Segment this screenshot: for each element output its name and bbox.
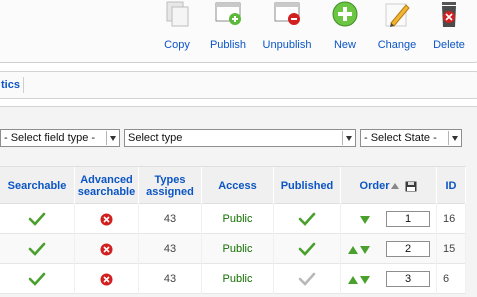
header-advanced-searchable[interactable]: Advanced searchable xyxy=(75,167,139,205)
unpublish-icon xyxy=(274,2,300,25)
publish-icon xyxy=(215,2,241,25)
field-type-select[interactable]: - Select field type - xyxy=(0,129,120,147)
cross-icon[interactable] xyxy=(100,273,113,286)
delete-button[interactable]: Delete xyxy=(417,0,477,57)
filter-bar: - Select field type - Select type - Sele… xyxy=(0,129,477,149)
publish-label: Publish xyxy=(209,39,247,51)
id-cell: 16 xyxy=(437,204,466,234)
published-cell xyxy=(274,264,341,294)
order-cell: 2 xyxy=(341,234,437,264)
type-select-value: Select type xyxy=(128,132,183,144)
type-select[interactable]: Select type xyxy=(124,129,356,147)
cross-icon[interactable] xyxy=(100,243,113,256)
access-cell[interactable]: Public xyxy=(202,264,274,294)
move-down-icon[interactable] xyxy=(360,246,370,254)
check-icon[interactable] xyxy=(28,272,46,286)
submenu-separator xyxy=(23,77,24,93)
trash-icon xyxy=(442,2,456,27)
header-types-assigned[interactable]: Types assigned xyxy=(139,167,202,205)
chevron-down-icon xyxy=(106,131,118,145)
id-cell: 15 xyxy=(437,234,466,264)
advanced-searchable-cell xyxy=(75,264,139,294)
searchable-cell xyxy=(0,234,75,264)
check-icon[interactable] xyxy=(298,212,316,226)
check-icon[interactable] xyxy=(28,212,46,226)
check-icon[interactable] xyxy=(298,242,316,256)
publish-button[interactable]: Publish xyxy=(196,0,260,57)
searchable-cell xyxy=(0,204,75,234)
unpublish-label: Unpublish xyxy=(262,39,312,51)
order-input[interactable]: 2 xyxy=(386,241,430,257)
table-row: 43 Public 3 6 xyxy=(0,264,466,294)
access-cell[interactable]: Public xyxy=(202,234,274,264)
table-row: 43 Public 1 16 xyxy=(0,204,466,234)
published-cell xyxy=(274,234,341,264)
chevron-down-icon xyxy=(448,131,460,145)
state-select[interactable]: - Select State - xyxy=(360,129,462,147)
check-grey-icon[interactable] xyxy=(298,272,316,286)
chevron-down-icon xyxy=(342,131,354,145)
state-select-value: - Select State - xyxy=(364,132,437,144)
move-down-icon[interactable] xyxy=(360,216,370,224)
submenu-tab[interactable]: tics xyxy=(1,79,20,91)
toolbar: Copy Publish Unpublish New Change Delete xyxy=(0,0,477,63)
sort-asc-icon xyxy=(391,183,400,189)
header-order-label: Order xyxy=(359,180,390,192)
table-row: 43 Public 2 15 xyxy=(0,234,466,264)
searchable-cell xyxy=(0,264,75,294)
save-order-icon[interactable] xyxy=(405,181,417,192)
types-assigned-cell: 43 xyxy=(139,204,202,234)
field-type-select-value: - Select field type - xyxy=(4,132,96,144)
delete-label: Delete xyxy=(433,39,465,51)
unpublish-button[interactable]: Unpublish xyxy=(255,0,319,57)
access-cell[interactable]: Public xyxy=(202,204,274,234)
header-id[interactable]: ID xyxy=(437,167,466,205)
advanced-searchable-cell xyxy=(75,234,139,264)
cross-icon[interactable] xyxy=(100,213,113,226)
header-published[interactable]: Published xyxy=(274,167,341,205)
order-cell: 1 xyxy=(341,204,437,234)
header-access[interactable]: Access xyxy=(202,167,274,205)
order-input[interactable]: 1 xyxy=(386,211,430,227)
order-input[interactable]: 3 xyxy=(386,271,430,287)
table-header: Searchable Advanced searchable Types ass… xyxy=(0,166,466,205)
add-icon xyxy=(332,1,358,27)
check-icon[interactable] xyxy=(28,242,46,256)
types-assigned-cell: 43 xyxy=(139,264,202,294)
published-cell xyxy=(274,204,341,234)
header-order[interactable]: Order xyxy=(341,167,437,205)
id-cell: 6 xyxy=(437,264,466,294)
move-up-icon[interactable] xyxy=(348,276,358,284)
header-searchable[interactable]: Searchable xyxy=(0,167,75,205)
types-assigned-cell: 43 xyxy=(139,234,202,264)
copy-icon xyxy=(166,1,189,27)
submenu: tics xyxy=(0,71,477,99)
pencil-icon xyxy=(385,3,410,27)
move-up-icon[interactable] xyxy=(348,246,358,254)
move-down-icon[interactable] xyxy=(360,276,370,284)
advanced-searchable-cell xyxy=(75,204,139,234)
order-cell: 3 xyxy=(341,264,437,294)
